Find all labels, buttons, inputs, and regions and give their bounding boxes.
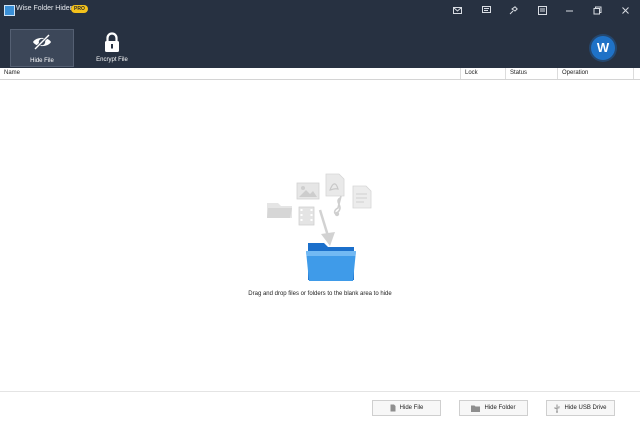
file-icon xyxy=(390,404,396,412)
tab-hide-file[interactable]: Hide File xyxy=(10,29,74,67)
tab-hide-file-label: Hide File xyxy=(30,58,54,64)
tab-encrypt-file-label: Encrypt File xyxy=(96,57,128,63)
restore-icon[interactable] xyxy=(587,2,607,18)
hide-file-button[interactable]: Hide File xyxy=(372,400,441,416)
account-avatar[interactable]: W xyxy=(591,36,615,60)
hide-usb-drive-button[interactable]: Hide USB Drive xyxy=(546,400,615,416)
drop-area[interactable]: Drag and drop files or folders to the bl… xyxy=(0,80,640,391)
skin-icon[interactable] xyxy=(503,2,523,18)
hide-usb-drive-button-label: Hide USB Drive xyxy=(564,405,607,411)
lock-icon xyxy=(105,32,119,52)
app-title: Wise Folder Hider xyxy=(16,5,73,12)
minimize-icon[interactable] xyxy=(559,2,579,18)
pdf-icon xyxy=(325,173,345,197)
tab-encrypt-file[interactable]: Encrypt File xyxy=(80,29,144,67)
usb-icon xyxy=(555,404,560,413)
file-list-header: Name Lock Status Operation xyxy=(0,68,640,80)
menu-icon[interactable] xyxy=(532,2,552,18)
column-lock[interactable]: Lock xyxy=(461,68,506,79)
close-icon[interactable] xyxy=(615,2,635,18)
image-icon xyxy=(296,182,320,200)
column-name[interactable]: Name xyxy=(0,68,461,79)
folder-icon xyxy=(267,203,292,218)
film-icon xyxy=(298,206,315,226)
music-icon xyxy=(333,195,342,217)
app-logo-icon xyxy=(4,5,15,16)
pro-badge: PRO xyxy=(71,5,88,13)
document-icon xyxy=(352,185,372,209)
column-status[interactable]: Status xyxy=(506,68,558,79)
arrow-down-icon xyxy=(318,209,335,246)
drop-hint-text: Drag and drop files or folders to the bl… xyxy=(248,291,392,297)
column-operation[interactable]: Operation xyxy=(558,68,634,79)
title-bar: Wise Folder Hider PRO Hide File Encrypt … xyxy=(0,0,640,68)
feedback-icon[interactable] xyxy=(476,2,496,18)
blue-folder-icon xyxy=(306,243,356,281)
eye-slash-icon xyxy=(33,33,51,51)
hide-file-button-label: Hide File xyxy=(399,405,424,411)
hide-folder-button-label: Hide Folder xyxy=(484,405,516,411)
mail-icon[interactable] xyxy=(447,2,467,18)
folder-small-icon xyxy=(471,405,481,412)
hide-folder-button[interactable]: Hide Folder xyxy=(459,400,528,416)
bottom-action-bar: Hide File Hide Folder Hide USB Drive xyxy=(0,391,640,427)
